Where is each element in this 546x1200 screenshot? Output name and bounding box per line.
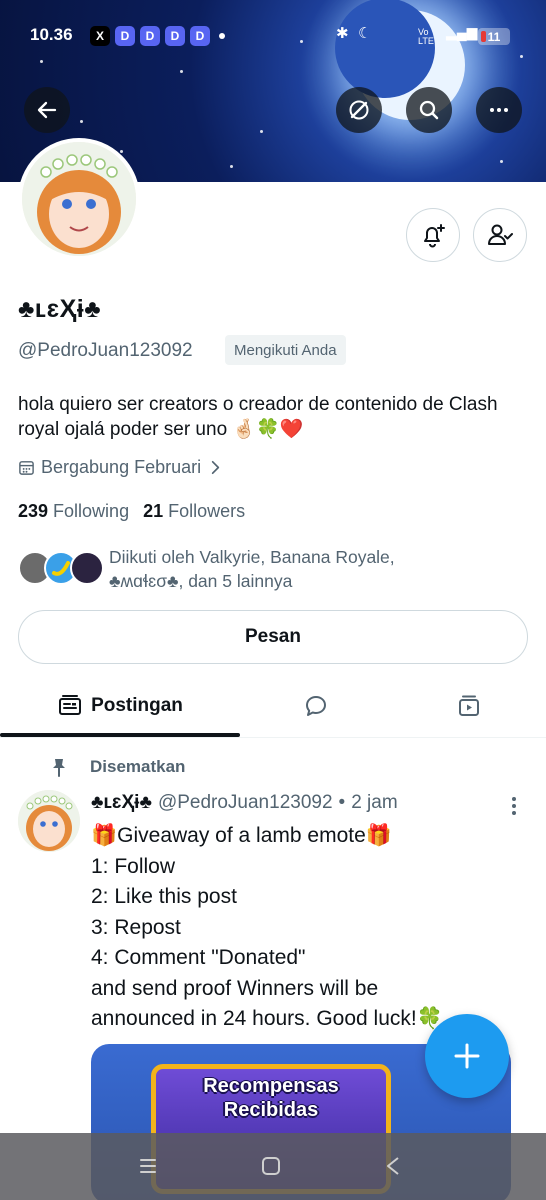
posts-icon <box>59 694 82 715</box>
post-more-icon[interactable] <box>506 794 522 818</box>
discord-icon: D <box>115 26 135 46</box>
followers-link[interactable]: 21 Followers <box>143 501 245 522</box>
search-button[interactable] <box>406 87 452 133</box>
active-tab-indicator <box>0 733 240 737</box>
compose-button[interactable] <box>425 1014 509 1098</box>
replies-icon <box>306 695 326 716</box>
post-author-name[interactable]: ♣ʟɛҲɨ♣ <box>91 792 152 814</box>
discord-icon: D <box>190 26 210 46</box>
signal-icon: ▂▄▆ <box>446 24 478 40</box>
search-icon <box>419 100 439 120</box>
post-time: 2 jam <box>351 792 398 813</box>
followers-count: 21 <box>143 501 164 521</box>
media-caption: Recibidas <box>223 1099 319 1121</box>
post-header: ♣ʟɛҲɨ♣ @PedroJuan123092 • 2 jam <box>91 792 398 814</box>
battery-icon: 11 <box>478 28 510 45</box>
post-separator: • <box>338 792 346 813</box>
profile-bio: hola quiero ser creators o creador de co… <box>18 394 498 440</box>
user-check-icon <box>488 224 513 245</box>
x-app-icon: X <box>90 26 110 46</box>
post-line: 🎁Giveaway of a lamb emote🎁 <box>91 824 392 847</box>
pinned-label: Disematkan <box>90 757 186 776</box>
discord-icon: D <box>165 26 185 46</box>
tab-posts[interactable]: Postingan <box>0 674 240 737</box>
joined-label: Bergabung Februari <box>41 457 202 477</box>
followed-by-text: Diikuti oleh Valkyrie, Banana Royale, <box>109 547 395 567</box>
status-bar: 10.36 X D D D D ✱ ☾ Vo LTE ▂▄▆ 11 <box>0 22 546 50</box>
chevron-right-icon <box>211 460 220 475</box>
follows-you-badge: Mengikuti Anda <box>225 335 346 365</box>
followers-label: Followers <box>168 501 246 521</box>
post-author-handle[interactable]: @PedroJuan123092 <box>158 792 333 814</box>
message-button[interactable]: Pesan <box>18 610 528 664</box>
following-link[interactable]: 239 Following <box>18 501 129 522</box>
home-icon[interactable] <box>258 1153 284 1179</box>
post-line: 4: Comment "Donated" <box>91 946 306 969</box>
volte-icon: Vo LTE <box>418 27 434 46</box>
joined-date-link[interactable]: Bergabung Februari <box>18 457 224 478</box>
back-button[interactable] <box>24 87 70 133</box>
discord-icon: D <box>140 26 160 46</box>
media-caption: Recompensas <box>203 1075 339 1097</box>
followed-by-row[interactable]: Diikuti oleh Valkyrie, Banana Royale, ♣ʍ… <box>18 545 528 593</box>
post-body: 🎁Giveaway of a lamb emote🎁 1: Follow 2: … <box>91 821 511 1035</box>
recent-apps-icon[interactable] <box>135 1153 161 1179</box>
user-handle: @PedroJuan123092 <box>18 340 193 361</box>
pinned-indicator: Disematkan <box>48 756 185 778</box>
post-line: 1: Follow <box>91 854 176 878</box>
anime-avatar-image <box>22 142 136 256</box>
more-button[interactable] <box>476 87 522 133</box>
plus-icon <box>454 1043 480 1069</box>
post-line: 2: Like this post <box>91 885 237 908</box>
arrow-left-icon <box>37 101 57 119</box>
tab-posts-label: Postingan <box>91 694 183 716</box>
clock: 10.36 <box>30 25 73 44</box>
media-icon <box>459 695 479 716</box>
follower-avatar <box>70 551 104 585</box>
tab-media[interactable] <box>392 674 546 737</box>
follow-stats: 239 Following 21 Followers <box>18 501 245 522</box>
notify-button[interactable] <box>406 208 460 262</box>
followed-by-text: ♣ʍɑɬɛσ♣, dan 5 lainnya <box>109 571 293 591</box>
notification-dot-icon <box>219 33 225 39</box>
profile-avatar[interactable] <box>18 138 140 260</box>
following-label: Following <box>53 501 130 521</box>
slash-circle-icon <box>349 100 369 120</box>
tab-replies[interactable] <box>240 674 392 737</box>
pin-icon <box>53 759 65 777</box>
calendar-icon <box>19 461 34 475</box>
post-author-avatar[interactable] <box>18 790 80 852</box>
moon-mode-icon: ☾ <box>358 25 372 42</box>
back-nav-icon[interactable] <box>380 1153 406 1179</box>
post-line: and send proof Winners will be <box>91 976 379 1000</box>
post-line: 3: Repost <box>91 915 181 939</box>
following-button[interactable] <box>473 208 527 262</box>
more-dots-icon <box>490 108 508 112</box>
grok-button[interactable] <box>336 87 382 133</box>
bluetooth-icon: ✱ <box>336 25 349 42</box>
profile-tabs: Postingan <box>0 674 546 738</box>
bell-plus-icon <box>424 224 445 248</box>
following-count: 239 <box>18 501 49 521</box>
anime-avatar-image <box>18 790 80 852</box>
system-nav-bar <box>0 1133 546 1200</box>
display-name: ♣ʟɛҲɨ♣ <box>18 295 102 323</box>
